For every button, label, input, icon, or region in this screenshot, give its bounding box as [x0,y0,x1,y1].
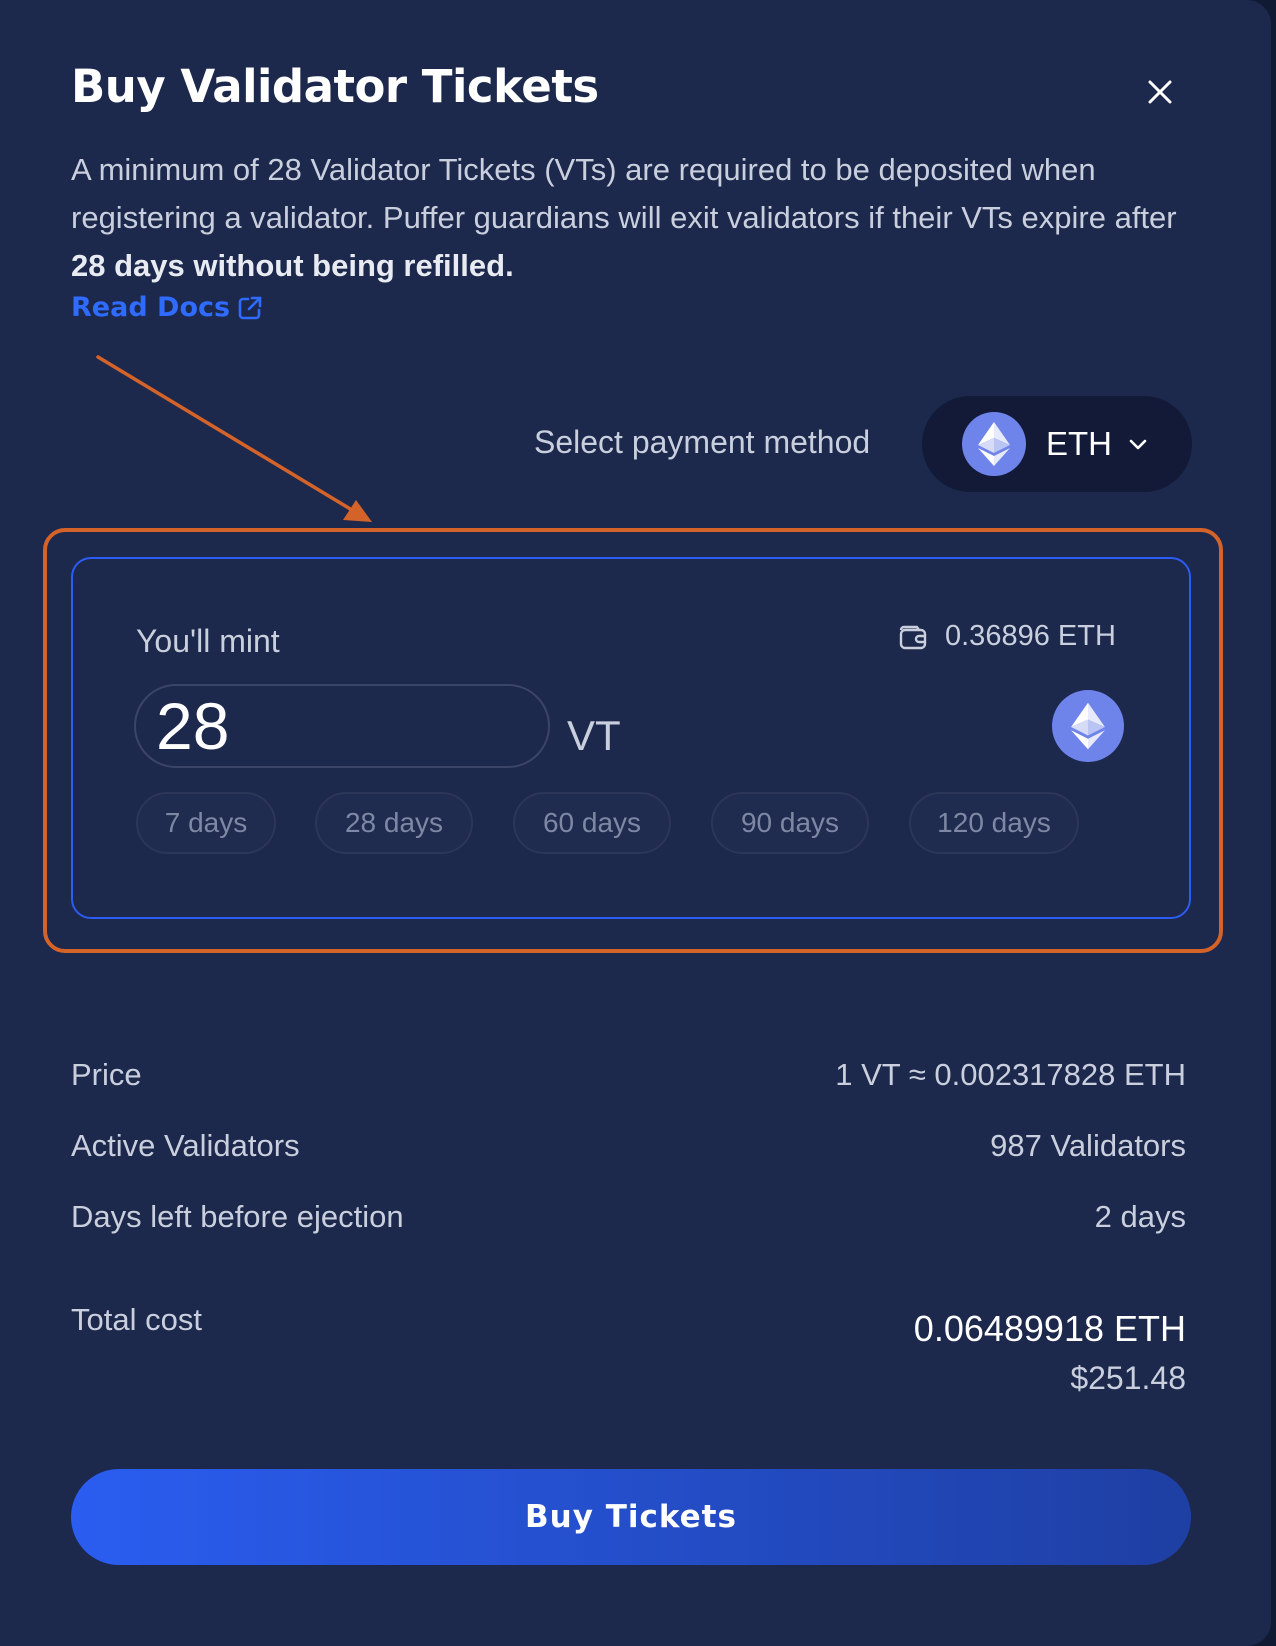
close-icon [1148,80,1172,104]
mint-token-icon [1052,690,1124,762]
total-cost-usd: $251.48 [1070,1360,1186,1396]
preset-90-days[interactable]: 90 days [711,792,869,854]
price-value: 1 VT ≈ 0.002317828 ETH [835,1057,1186,1092]
payment-method-value: ETH [1046,425,1112,462]
preset-120-days[interactable]: 120 days [909,792,1079,854]
mint-unit: VT [567,712,621,759]
preset-60-days[interactable]: 60 days [513,792,671,854]
external-link-icon [238,296,262,319]
ethereum-icon [1052,690,1124,762]
modal-description: A minimum of 28 Validator Tickets (VTs) … [71,146,1201,290]
description-text: A minimum of 28 Validator Tickets (VTs) … [71,152,1177,235]
description-emphasis: 28 days without being refilled. [71,248,514,283]
close-button[interactable] [1140,72,1180,112]
wallet-balance: 0.36896 ETH [897,620,1116,653]
mint-label: You'll mint [136,623,280,659]
read-docs-link[interactable]: Read Docs [71,292,264,323]
buy-tickets-button[interactable]: Buy Tickets [71,1469,1191,1565]
modal-title: Buy Validator Tickets [71,60,599,113]
preset-7-days[interactable]: 7 days [136,792,276,854]
wallet-balance-value: 0.36896 ETH [945,620,1116,652]
active-validators-value: 987 Validators [990,1128,1186,1163]
days-left-value: 2 days [1094,1199,1186,1234]
active-validators-label: Active Validators [71,1128,300,1163]
mint-amount-input[interactable] [134,684,550,768]
days-left-label: Days left before ejection [71,1199,404,1234]
total-cost-label: Total cost [71,1302,202,1337]
payment-method-select[interactable]: ETH [922,396,1192,492]
chevron-down-icon [1129,439,1147,450]
buy-tickets-modal: Buy Validator Tickets A minimum of 28 Va… [0,0,1271,1646]
preset-28-days[interactable]: 28 days [315,792,473,854]
total-cost-eth: 0.06489918 ETH [913,1308,1186,1349]
ethereum-icon [962,412,1026,476]
price-label: Price [71,1057,142,1092]
read-docs-label: Read Docs [71,292,231,323]
wallet-icon [899,625,927,649]
payment-method-label: Select payment method [534,424,871,460]
